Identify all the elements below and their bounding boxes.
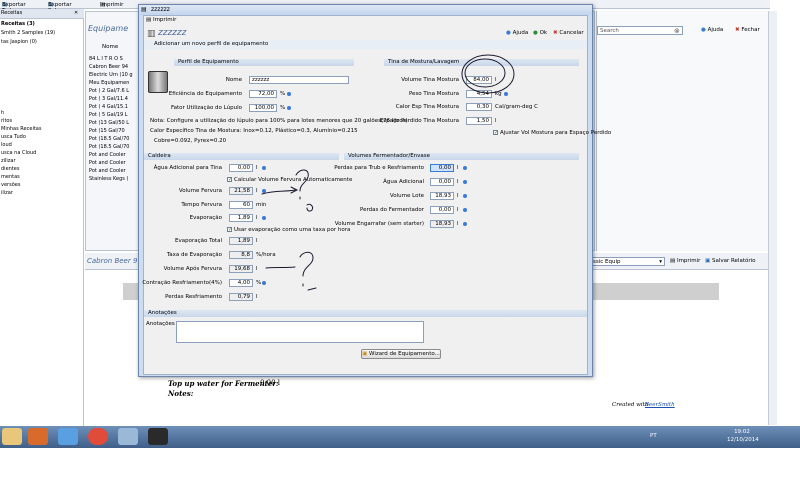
question-mark-annotation: [299, 251, 314, 287]
handwritten-annotations: [261, 54, 515, 291]
line-annotation: [265, 266, 296, 269]
arrow-annotation: [261, 189, 296, 195]
circle-annotation: [464, 58, 506, 88]
dash-annotation: [307, 287, 317, 291]
scribble-annotation: [306, 203, 313, 212]
question-mark-annotation: [295, 169, 309, 200]
